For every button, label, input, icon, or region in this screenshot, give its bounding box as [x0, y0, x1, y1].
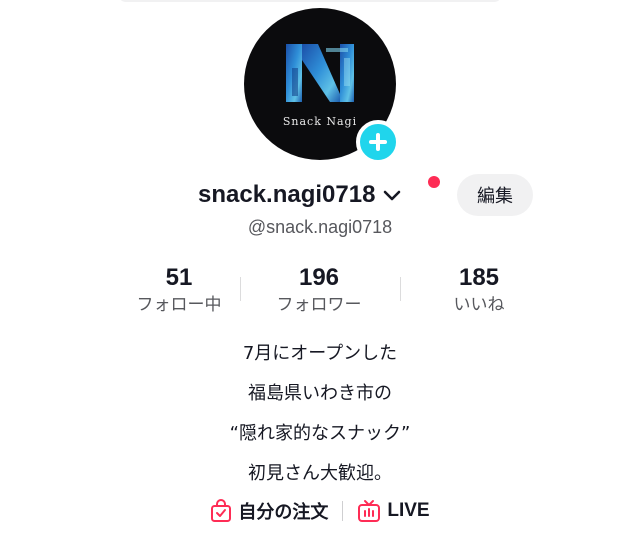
my-orders-link[interactable]: 自分の注文 — [210, 498, 328, 524]
stat-divider — [400, 277, 401, 301]
tv-icon — [358, 500, 381, 522]
profile-links: 自分の注文 LIVE — [0, 496, 640, 526]
stat-divider — [240, 277, 241, 301]
notification-dot — [428, 176, 440, 188]
plus-icon — [369, 133, 387, 151]
stat-label: いいね — [453, 295, 505, 315]
bio-line: “隠れ家的なスナック” — [229, 423, 411, 444]
profile-bio: 7月にオープンした 福島県いわき市の “隠れ家的なスナック” 初見さん大歓迎。 — [0, 334, 640, 494]
bio-line: 福島県いわき市の — [248, 383, 392, 404]
username-switcher[interactable]: snack.nagi0718 — [198, 178, 403, 212]
stat-likes[interactable]: 185 いいね — [404, 264, 554, 316]
top-search-bar-edge — [118, 0, 502, 2]
stat-followers[interactable]: 196 フォロワー — [244, 264, 394, 316]
bio-line: 7月にオープンした — [242, 343, 398, 364]
stat-value: 185 — [458, 264, 500, 291]
link-divider — [342, 501, 344, 521]
edit-profile-button[interactable]: 編集 — [457, 174, 533, 216]
stat-value: 196 — [298, 264, 340, 291]
stat-label: フォロー中 — [136, 295, 222, 315]
stat-value: 51 — [165, 264, 193, 291]
shopping-bag-check-icon — [211, 499, 232, 522]
my-orders-label: 自分の注文 — [238, 502, 329, 523]
bio-line: 初見さん大歓迎。 — [248, 463, 392, 484]
stat-label: フォロワー — [276, 295, 362, 315]
user-handle: @snack.nagi0718 — [247, 217, 393, 237]
live-link[interactable]: LIVE — [357, 499, 430, 523]
chevron-down-icon — [381, 184, 403, 206]
add-avatar-button[interactable] — [356, 120, 400, 164]
live-label: LIVE — [387, 500, 430, 521]
username: snack.nagi0718 — [198, 181, 376, 208]
stat-following[interactable]: 51 フォロー中 — [104, 264, 254, 316]
